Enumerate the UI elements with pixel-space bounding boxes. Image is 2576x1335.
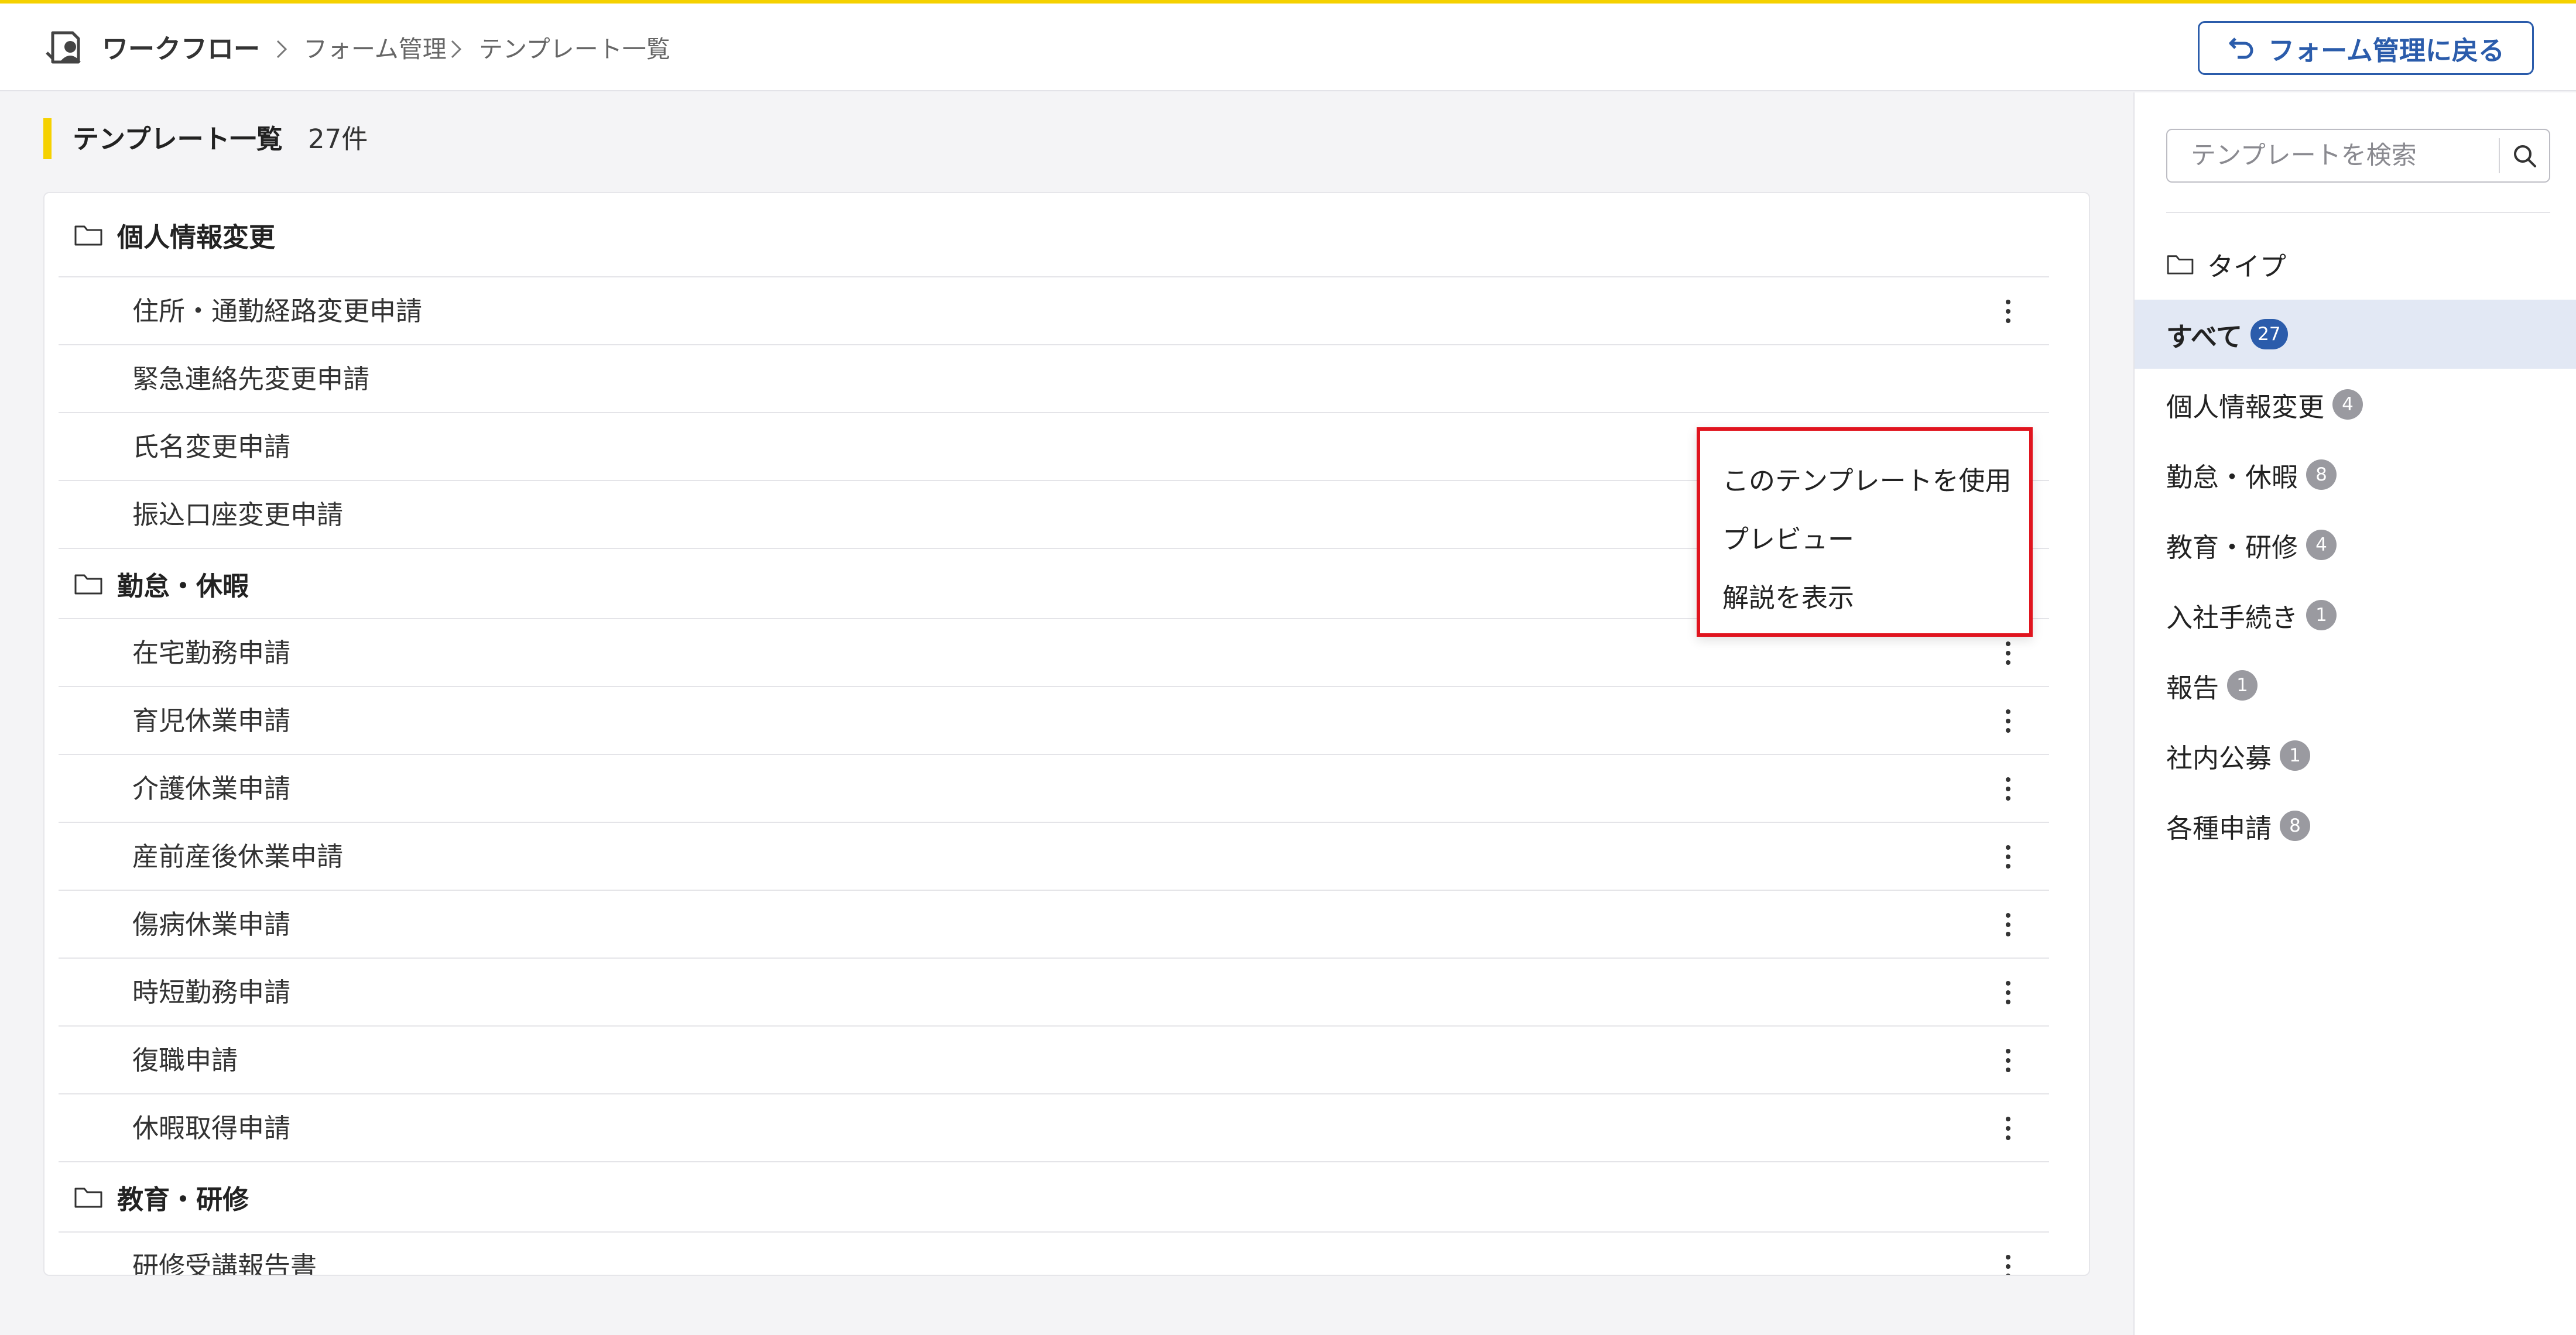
template-list-panel: 個人情報変更 住所・通勤経路変更申請 緊急連絡先変更申請 氏名変更申請 振込口座… <box>43 192 2090 1276</box>
search-box <box>2166 129 2550 183</box>
folder-icon <box>74 225 102 246</box>
filter-education-training[interactable]: 教育・研修 4 <box>2135 510 2576 579</box>
filter-label: 社内公募 <box>2166 742 2272 774</box>
filter-report[interactable]: 報告 1 <box>2135 651 2576 720</box>
more-vert-icon[interactable] <box>1991 703 2026 739</box>
more-vert-icon[interactable] <box>1991 1111 2026 1146</box>
filter-label: 教育・研修 <box>2166 531 2298 563</box>
template-list: 個人情報変更 住所・通勤経路変更申請 緊急連絡先変更申請 氏名変更申請 振込口座… <box>59 193 2049 1275</box>
menu-item-show-explanation[interactable]: 解説を表示 <box>1700 569 2029 627</box>
filter-all[interactable]: すべて 27 <box>2135 300 2576 369</box>
list-item[interactable]: 住所・通勤経路変更申請 <box>59 277 2049 345</box>
template-context-menu: このテンプレートを使用 プレビュー 解説を表示 <box>1697 427 2033 637</box>
app-header: ワークフロー フォーム管理 テンプレート一覧 フォーム管理に戻る <box>0 4 2576 91</box>
count-badge: 8 <box>2306 459 2337 490</box>
group-label: 個人情報変更 <box>117 221 276 253</box>
sidebar-divider <box>2166 212 2550 213</box>
count-badge: 8 <box>2280 811 2311 841</box>
list-item[interactable]: 傷病休業申請 <box>59 891 2049 959</box>
template-name[interactable]: 産前産後休業申請 <box>132 823 343 891</box>
filter-label: 個人情報変更 <box>2166 391 2325 423</box>
template-name[interactable]: 介護休業申請 <box>132 755 290 823</box>
list-item[interactable]: 研修受講報告書 <box>59 1233 2049 1275</box>
filter-internal-recruitment[interactable]: 社内公募 1 <box>2135 721 2576 790</box>
count-badge: 1 <box>2280 740 2311 771</box>
main-content: テンプレート一覧 27件 個人情報変更 住所・通勤経路変更申請 緊急連絡先変更申… <box>0 92 2133 1335</box>
back-button-label: フォーム管理に戻る <box>2268 35 2505 66</box>
breadcrumb-form-management[interactable]: フォーム管理 <box>303 32 447 67</box>
type-heading: タイプ <box>2166 243 2286 284</box>
list-item[interactable]: 時短勤務申請 <box>59 959 2049 1027</box>
list-item[interactable]: 休暇取得申請 <box>59 1094 2049 1162</box>
breadcrumb-template-list: テンプレート一覧 <box>479 35 670 63</box>
filter-label: 報告 <box>2166 672 2219 703</box>
list-item[interactable]: 産前産後休業申請 <box>59 823 2049 891</box>
filter-personal-info[interactable]: 個人情報変更 4 <box>2135 370 2576 439</box>
list-item[interactable]: 育児休業申請 <box>59 687 2049 755</box>
group-header: 個人情報変更 <box>59 193 2049 277</box>
template-name[interactable]: 研修受講報告書 <box>132 1233 317 1275</box>
template-name[interactable]: 復職申請 <box>132 1027 238 1094</box>
filter-label: 各種申請 <box>2166 812 2272 844</box>
undo-arrow-icon <box>2229 37 2253 59</box>
filter-sidebar: タイプ すべて 27 個人情報変更 4 勤怠・休暇 8 教育・研修 4 入社手続… <box>2133 92 2576 1335</box>
count-badge: 1 <box>2227 670 2258 701</box>
more-vert-icon[interactable] <box>1991 1249 2026 1275</box>
count-badge: 4 <box>2306 530 2337 560</box>
search-icon[interactable] <box>2510 142 2540 171</box>
folder-icon <box>74 1188 102 1208</box>
filter-attendance-leave[interactable]: 勤怠・休暇 8 <box>2135 440 2576 509</box>
template-name[interactable]: 振込口座変更申請 <box>132 481 343 549</box>
template-name[interactable]: 育児休業申請 <box>132 687 290 755</box>
more-vert-icon[interactable] <box>1991 1043 2026 1078</box>
breadcrumb-app[interactable]: ワークフロー <box>102 32 260 67</box>
more-vert-icon[interactable] <box>1991 771 2026 807</box>
template-name[interactable]: 傷病休業申請 <box>132 891 290 959</box>
more-vert-icon[interactable] <box>1991 294 2026 329</box>
template-name[interactable]: 時短勤務申請 <box>132 959 290 1027</box>
group-label: 教育・研修 <box>117 1183 249 1215</box>
filter-onboarding[interactable]: 入社手続き 1 <box>2135 581 2576 650</box>
more-vert-icon[interactable] <box>1991 839 2026 874</box>
more-vert-icon[interactable] <box>1991 636 2026 671</box>
template-name[interactable]: 在宅勤務申請 <box>132 619 290 687</box>
title-accent-bar <box>43 118 52 159</box>
template-count: 27件 <box>308 123 368 155</box>
filter-label: すべて <box>2166 321 2243 352</box>
filter-label: 入社手続き <box>2166 602 2298 633</box>
workflow-logo-icon <box>46 31 81 64</box>
group-header: 教育・研修 <box>59 1162 2049 1233</box>
template-name[interactable]: 氏名変更申請 <box>132 413 290 481</box>
count-badge: 27 <box>2250 319 2288 349</box>
folder-icon <box>74 574 102 595</box>
count-badge: 1 <box>2306 600 2337 630</box>
more-vert-icon[interactable] <box>1991 975 2026 1010</box>
search-divider <box>2499 138 2500 173</box>
group-label: 勤怠・休暇 <box>117 570 249 602</box>
count-badge: 4 <box>2332 389 2363 420</box>
more-vert-icon[interactable] <box>1991 907 2026 942</box>
template-name[interactable]: 住所・通勤経路変更申請 <box>132 277 422 345</box>
template-name[interactable]: 緊急連絡先変更申請 <box>132 345 369 413</box>
type-label: タイプ <box>2207 250 2287 282</box>
filter-label: 勤怠・休暇 <box>2166 461 2298 493</box>
list-item[interactable]: 緊急連絡先変更申請 <box>59 345 2049 413</box>
chevron-right-icon <box>451 40 462 59</box>
back-to-form-management-button[interactable]: フォーム管理に戻る <box>2198 21 2534 75</box>
list-item[interactable]: 復職申請 <box>59 1027 2049 1094</box>
page-title: テンプレート一覧 <box>73 123 283 155</box>
folder-icon <box>2167 255 2194 274</box>
filter-various-requests[interactable]: 各種申請 8 <box>2135 791 2576 860</box>
search-input[interactable] <box>2169 131 2496 180</box>
chevron-right-icon <box>276 40 287 59</box>
menu-item-use-template[interactable]: このテンプレートを使用 <box>1700 452 2029 510</box>
list-item[interactable]: 介護休業申請 <box>59 755 2049 823</box>
template-name[interactable]: 休暇取得申請 <box>132 1094 290 1162</box>
menu-item-preview[interactable]: プレビュー <box>1700 510 2029 569</box>
